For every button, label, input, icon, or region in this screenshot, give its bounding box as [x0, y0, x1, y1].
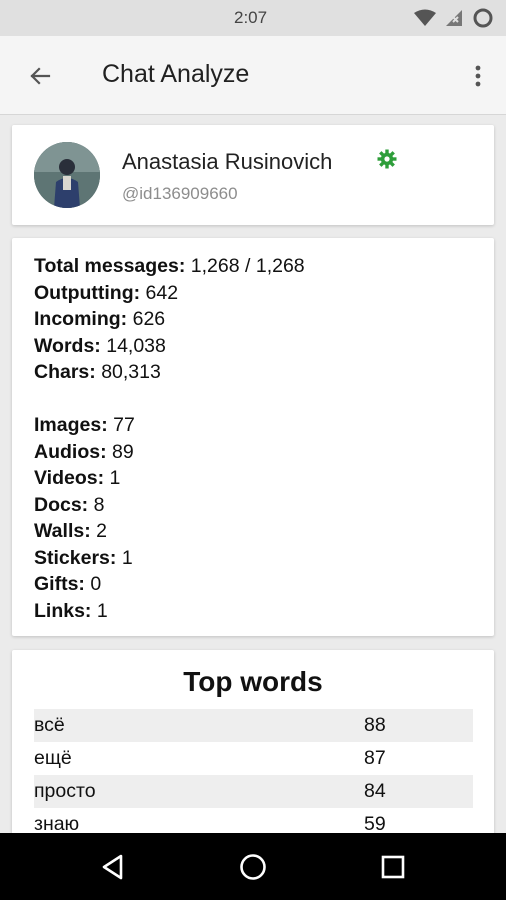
stat-label: Images: [34, 414, 108, 436]
stat-outputting: Outputting: 642 [34, 280, 305, 307]
stat-spacer [34, 386, 305, 413]
table-row: ещё 87 [34, 742, 473, 775]
stat-value: 1 [96, 599, 108, 622]
profile-name: Anastasia Rusinovich [122, 149, 333, 174]
triangle-back-icon [102, 854, 123, 880]
top-words-title: Top words [183, 666, 323, 697]
table-row: просто 84 [34, 775, 473, 808]
stat-label: Gifts: [34, 573, 85, 595]
status-bar: 2:07 [0, 0, 506, 36]
stat-value: 642 [145, 281, 179, 304]
top-words-card: Top words всё 88 ещё 87 просто 84 знаю 5… [12, 650, 494, 850]
profile-id: @id136909660 [122, 184, 238, 203]
stat-value: 1,268 / 1,268 [190, 255, 305, 277]
stat-docs: Docs: 8 [34, 492, 305, 519]
app-bar: Chat Analyze [0, 36, 506, 115]
stat-value: 77 [113, 414, 135, 436]
stat-label: Words: [34, 334, 101, 357]
stats-list: Total messages: 1,268 / 1,268 Outputting… [34, 253, 305, 624]
profile-card[interactable]: Anastasia Rusinovich @id136909660 [12, 125, 494, 225]
stat-links: Links: 1 [34, 598, 305, 625]
stats-card: Total messages: 1,268 / 1,268 Outputting… [12, 238, 494, 636]
stat-value: 89 [112, 440, 134, 463]
stat-gifts: Gifts: 0 [34, 571, 305, 598]
back-arrow-icon [30, 67, 51, 85]
wifi-icon [414, 9, 436, 26]
table-row: всё 88 [34, 709, 473, 742]
stat-label: Links: [34, 599, 92, 622]
stat-label: Outputting: [34, 281, 141, 304]
stat-audios: Audios: 89 [34, 439, 305, 466]
overflow-menu-button[interactable] [464, 54, 492, 98]
stat-value: 2 [96, 520, 107, 542]
stat-label: Walls: [34, 520, 91, 542]
word-cell: всё [34, 714, 65, 736]
square-recents-icon [381, 855, 405, 879]
stat-value: 1 [121, 546, 133, 569]
stat-value: 14,038 [106, 334, 166, 357]
avatar [34, 142, 100, 208]
stat-words: Words: 14,038 [34, 333, 305, 360]
battery-icon [473, 8, 493, 28]
stat-value: 0 [90, 573, 102, 595]
stat-label: Incoming: [34, 308, 128, 330]
person-silhouette-icon [34, 142, 100, 208]
signal-icon [446, 10, 462, 26]
stat-value: 626 [132, 308, 166, 330]
stat-label: Chars: [34, 361, 96, 383]
count-cell: 84 [364, 780, 386, 802]
stat-stickers: Stickers: 1 [34, 545, 305, 572]
stat-label: Videos: [34, 467, 105, 489]
stat-value: 1 [109, 467, 121, 489]
top-words-table: всё 88 ещё 87 просто 84 знаю 59 [34, 709, 473, 841]
stat-walls: Walls: 2 [34, 518, 305, 545]
word-cell: ещё [34, 747, 72, 769]
stat-value: 80,313 [101, 361, 161, 383]
page-title: Chat Analyze [102, 60, 250, 88]
nav-recents-button[interactable] [373, 847, 413, 887]
nav-home-button[interactable] [233, 847, 273, 887]
stat-value: 8 [93, 493, 105, 516]
stat-incoming: Incoming: 626 [34, 306, 305, 333]
stat-total-messages: Total messages: 1,268 / 1,268 [34, 253, 305, 280]
more-vert-icon [475, 65, 481, 87]
stat-chars: Chars: 80,313 [34, 359, 305, 386]
count-cell: 87 [364, 747, 386, 769]
status-icons [414, 6, 494, 30]
stat-label: Docs: [34, 493, 89, 516]
stat-label: Audios: [34, 440, 107, 463]
circle-home-icon [240, 854, 266, 880]
stat-images: Images: 77 [34, 412, 305, 439]
stat-videos: Videos: 1 [34, 465, 305, 492]
back-button[interactable] [18, 54, 62, 98]
status-time: 2:07 [234, 8, 268, 27]
count-cell: 88 [364, 714, 386, 736]
stat-label: Stickers: [34, 546, 117, 569]
nav-back-button[interactable] [93, 847, 133, 887]
gear-icon[interactable] [377, 149, 397, 169]
stat-label: Total messages: [34, 255, 186, 277]
system-nav-bar [0, 833, 506, 900]
word-cell: просто [34, 780, 96, 802]
